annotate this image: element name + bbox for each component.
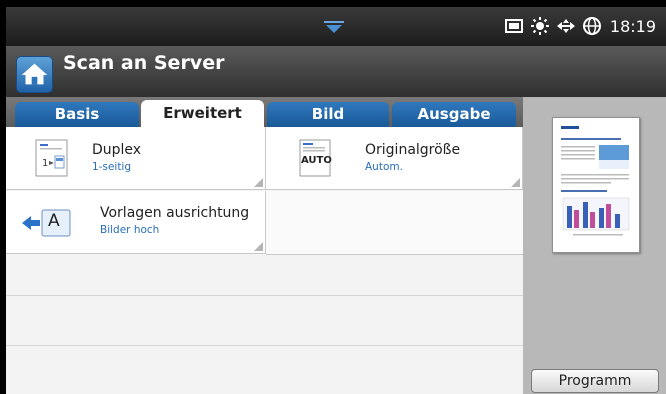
- corner-indicator-icon: [254, 242, 263, 251]
- document-preview: [552, 117, 640, 253]
- status-bar: 18:19: [6, 7, 666, 46]
- original-size-value: Autom.: [365, 161, 403, 173]
- original-size-option[interactable]: AUTO Originalgröße Autom.: [266, 127, 523, 190]
- tab-erweitert[interactable]: Erweitert: [141, 100, 264, 128]
- status-time: 18:19: [609, 16, 656, 36]
- globe-icon: [582, 17, 601, 35]
- original-size-label: Originalgröße: [365, 142, 461, 158]
- corner-indicator-icon: [511, 178, 520, 187]
- program-button[interactable]: Programm: [531, 369, 659, 393]
- scan-screen: 18:19 Scan an Server Basis Erweitert Bil…: [6, 7, 666, 394]
- svg-text:1: 1: [42, 158, 48, 169]
- preview-panel: Programm: [523, 97, 666, 394]
- options-panel: 1 Duplex 1-seitig AUTO Originalgröße Aut…: [6, 127, 523, 394]
- duplex-option[interactable]: 1 Duplex 1-seitig: [6, 127, 266, 190]
- network-arrows-icon: [556, 19, 575, 33]
- tab-bild[interactable]: Bild: [267, 102, 389, 127]
- empty-option-slot: [266, 191, 523, 255]
- memory-card-icon: [504, 19, 523, 33]
- preview-thumbnail-icon: [561, 126, 630, 236]
- orientation-icon: [22, 209, 71, 237]
- duplex-value: 1-seitig: [92, 161, 132, 173]
- duplex-label: Duplex: [92, 142, 142, 158]
- auto-size-icon-text: AUTO: [301, 155, 332, 166]
- duplex-icon: 1: [35, 139, 68, 177]
- tab-basis[interactable]: Basis: [15, 102, 139, 127]
- home-button[interactable]: [16, 56, 53, 93]
- tab-ausgabe[interactable]: Ausgabe: [392, 102, 516, 127]
- toner-saving-icon: [530, 17, 549, 35]
- divider: [6, 295, 523, 296]
- orientation-label: Vorlagen ausrichtung: [100, 205, 250, 221]
- corner-indicator-icon: [254, 178, 263, 187]
- orientation-icon-text: A: [48, 211, 60, 231]
- pull-down-icon[interactable]: [324, 21, 344, 33]
- home-icon: [21, 63, 48, 85]
- divider: [6, 345, 523, 346]
- orientation-option[interactable]: A Vorlagen ausrichtung Bilder hoch: [6, 191, 266, 254]
- tab-strip: Basis Erweitert Bild Ausgabe: [6, 97, 523, 128]
- page-title: Scan an Server: [63, 52, 225, 74]
- orientation-value: Bilder hoch: [100, 224, 160, 236]
- title-bar: Scan an Server: [6, 46, 666, 97]
- status-icons: 18:19: [504, 15, 656, 37]
